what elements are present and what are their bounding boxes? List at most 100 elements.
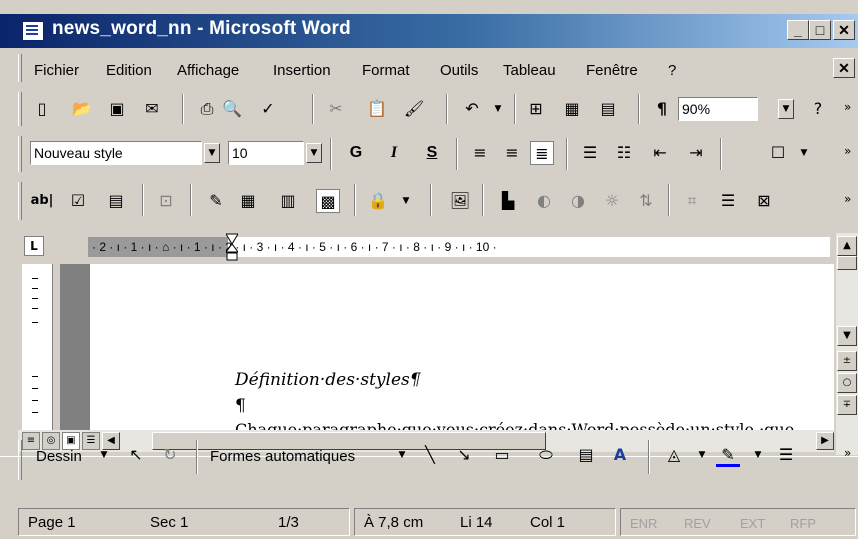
menu-outils[interactable]: Outils bbox=[440, 62, 478, 79]
less-contrast-icon[interactable]: ◑ bbox=[566, 189, 590, 213]
insert-frame-icon[interactable]: ▥ bbox=[276, 189, 300, 213]
form-field-options-icon[interactable]: ⊡ bbox=[154, 189, 178, 213]
zoom-field[interactable]: 90% bbox=[678, 97, 758, 121]
image-color-icon[interactable]: ▙ bbox=[496, 189, 520, 213]
more-brightness-icon[interactable]: ☼ bbox=[600, 189, 624, 213]
checkbox-form-field-icon[interactable]: ☑ bbox=[66, 189, 90, 213]
empty-paragraph-mark[interactable]: ¶ bbox=[235, 396, 246, 416]
drawing-toolbar-grip[interactable] bbox=[18, 440, 22, 480]
formatting-toolbar-grip[interactable] bbox=[18, 136, 22, 172]
previous-page-button[interactable]: ± bbox=[837, 351, 857, 371]
cut-icon[interactable]: ✂ bbox=[324, 97, 348, 121]
font-size-field[interactable]: 10 bbox=[228, 141, 304, 165]
increase-indent-icon[interactable]: ⇥ bbox=[684, 141, 708, 165]
italic-button[interactable]: I bbox=[382, 141, 406, 165]
menu-format[interactable]: Format bbox=[362, 62, 410, 79]
dropdown-form-field-icon[interactable]: ▤ bbox=[104, 189, 128, 213]
spelling-icon[interactable]: ✓ bbox=[256, 97, 280, 121]
tables-borders-icon[interactable]: ⊞ bbox=[524, 97, 548, 121]
indent-markers-icon[interactable] bbox=[225, 226, 239, 266]
scroll-up-button[interactable]: ▲ bbox=[837, 236, 857, 256]
oval-tool-icon[interactable]: ⬭ bbox=[534, 443, 558, 467]
menu-fichier[interactable]: Fichier bbox=[34, 62, 79, 79]
draw-dropdown-icon[interactable]: ▼ bbox=[92, 443, 116, 467]
draw-table-icon[interactable]: ✎ bbox=[204, 189, 228, 213]
status-mode-enr[interactable]: ENR bbox=[630, 516, 657, 531]
more-buttons-icon[interactable]: » bbox=[844, 192, 851, 206]
menu-tableau[interactable]: Tableau bbox=[503, 62, 556, 79]
status-mode-rfp[interactable]: RFP bbox=[790, 516, 816, 531]
style-dropdown[interactable]: ▼ bbox=[204, 143, 220, 163]
protect-form-icon[interactable]: 🔒 bbox=[366, 189, 390, 213]
free-rotate-icon[interactable]: ↻ bbox=[158, 443, 182, 467]
align-left-icon[interactable]: ≡ bbox=[468, 141, 492, 165]
text-wrapping-icon[interactable]: ⊠ bbox=[752, 189, 776, 213]
crop-icon[interactable]: ⌗ bbox=[680, 189, 704, 213]
print-icon[interactable]: ⎙ bbox=[195, 97, 219, 121]
format-painter-icon[interactable]: 🖌 bbox=[402, 97, 426, 121]
decrease-indent-icon[interactable]: ⇤ bbox=[648, 141, 672, 165]
bold-button[interactable]: G bbox=[344, 141, 368, 165]
close-button[interactable]: ✕ bbox=[833, 20, 855, 40]
minimize-button[interactable]: _ bbox=[787, 20, 809, 40]
line-color-dropdown-icon[interactable]: ▼ bbox=[746, 443, 770, 467]
font-size-dropdown[interactable]: ▼ bbox=[306, 143, 322, 163]
select-objects-icon[interactable]: ↖ bbox=[124, 443, 148, 467]
insert-picture-icon[interactable]: 🖼 bbox=[448, 189, 472, 213]
forms-toolbar-grip[interactable] bbox=[18, 182, 22, 220]
document-page[interactable] bbox=[90, 264, 834, 430]
insert-table-icon[interactable]: ▦ bbox=[560, 97, 584, 121]
numbering-icon[interactable]: ☰ bbox=[578, 141, 602, 165]
borders-dropdown-icon[interactable]: ▼ bbox=[792, 141, 816, 165]
scroll-down-button[interactable]: ▼ bbox=[837, 326, 857, 346]
tab-selector[interactable]: L bbox=[24, 236, 44, 256]
paste-icon[interactable]: 📋 bbox=[365, 97, 389, 121]
email-icon[interactable]: ✉ bbox=[140, 97, 164, 121]
text-box-icon[interactable]: ▤ bbox=[574, 443, 598, 467]
new-document-icon[interactable]: ▯ bbox=[30, 97, 54, 121]
arrow-tool-icon[interactable]: ↘ bbox=[452, 443, 476, 467]
scroll-right-button[interactable]: ▶ bbox=[816, 432, 834, 450]
more-buttons-icon[interactable]: » bbox=[844, 100, 851, 114]
fill-color-dropdown-icon[interactable]: ▼ bbox=[690, 443, 714, 467]
justify-icon[interactable]: ≣ bbox=[530, 141, 554, 165]
zoom-dropdown[interactable]: ▼ bbox=[778, 99, 794, 119]
wordart-icon[interactable]: A bbox=[608, 443, 632, 467]
menu-edition[interactable]: Edition bbox=[106, 62, 152, 79]
align-center-icon[interactable]: ≡ bbox=[500, 141, 524, 165]
underline-button[interactable]: S bbox=[420, 141, 444, 165]
bullets-icon[interactable]: ☷ bbox=[612, 141, 636, 165]
document-body-text[interactable]: Chaque·paragraphe·que·vous·créez·dans·Wo… bbox=[235, 418, 835, 430]
insert-excel-icon[interactable]: ▤ bbox=[596, 97, 620, 121]
undo-icon[interactable]: ↶ bbox=[460, 97, 484, 121]
fill-color-icon[interactable]: ◬ bbox=[662, 443, 686, 467]
menu-insertion[interactable]: Insertion bbox=[273, 62, 331, 79]
line-style-icon[interactable]: ☰ bbox=[716, 189, 740, 213]
next-page-button[interactable]: ∓ bbox=[837, 395, 857, 415]
text-form-field-icon[interactable]: ab| bbox=[30, 189, 54, 213]
word-app-icon[interactable] bbox=[22, 21, 44, 41]
menu-fenetre[interactable]: Fenêtre bbox=[586, 62, 638, 79]
less-brightness-icon[interactable]: ⇅ bbox=[634, 189, 658, 213]
status-mode-rev[interactable]: REV bbox=[684, 516, 711, 531]
show-formatting-icon[interactable]: ¶ bbox=[650, 97, 674, 121]
menu-bar-grip[interactable] bbox=[18, 54, 22, 82]
document-heading[interactable]: Définition·des·styles¶ bbox=[235, 370, 421, 390]
more-buttons-icon[interactable]: » bbox=[844, 446, 851, 460]
more-buttons-icon[interactable]: » bbox=[844, 144, 851, 158]
protect-dropdown-icon[interactable]: ▼ bbox=[394, 189, 418, 213]
form-field-shading-icon[interactable]: ▩ bbox=[316, 189, 340, 213]
help-icon[interactable]: ? bbox=[806, 97, 830, 121]
document-close-button[interactable]: ✕ bbox=[833, 58, 855, 78]
undo-dropdown-icon[interactable]: ▼ bbox=[486, 97, 510, 121]
insert-table-icon[interactable]: ▦ bbox=[236, 189, 260, 213]
autoshapes-dropdown-icon[interactable]: ▼ bbox=[390, 443, 414, 467]
maximize-button[interactable]: □ bbox=[809, 20, 831, 40]
status-mode-ext[interactable]: EXT bbox=[740, 516, 765, 531]
borders-icon[interactable]: ☐ bbox=[766, 141, 790, 165]
standard-toolbar-grip[interactable] bbox=[18, 92, 22, 126]
style-field[interactable]: Nouveau style bbox=[30, 141, 202, 165]
line-style-icon[interactable]: ☰ bbox=[774, 443, 798, 467]
line-tool-icon[interactable]: ╲ bbox=[418, 443, 442, 467]
print-preview-icon[interactable]: 🔍 bbox=[220, 97, 244, 121]
